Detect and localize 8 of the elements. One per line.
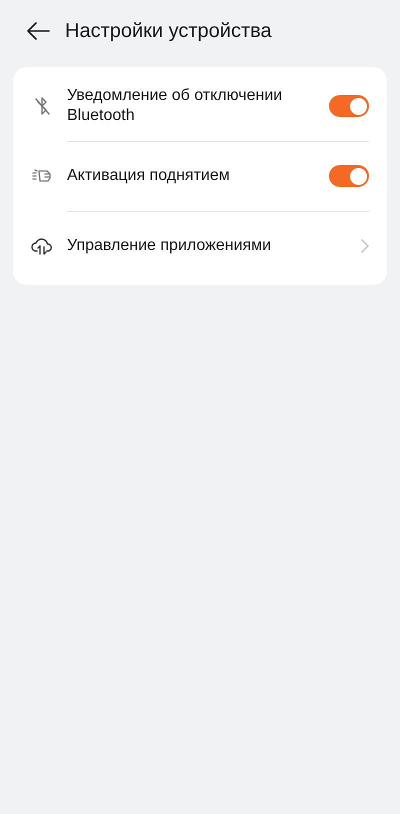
- page-title: Настройки устройства: [65, 20, 272, 42]
- chevron-right-icon[interactable]: [361, 239, 369, 253]
- setting-label: Уведомление об отключении Bluetooth: [67, 86, 284, 126]
- back-button[interactable]: [26, 21, 50, 41]
- setting-label: Активация поднятием: [67, 166, 231, 186]
- toggle-switch[interactable]: [329, 165, 369, 187]
- toggle-switch[interactable]: [329, 95, 369, 117]
- setting-label: Управление приложениями: [67, 236, 272, 256]
